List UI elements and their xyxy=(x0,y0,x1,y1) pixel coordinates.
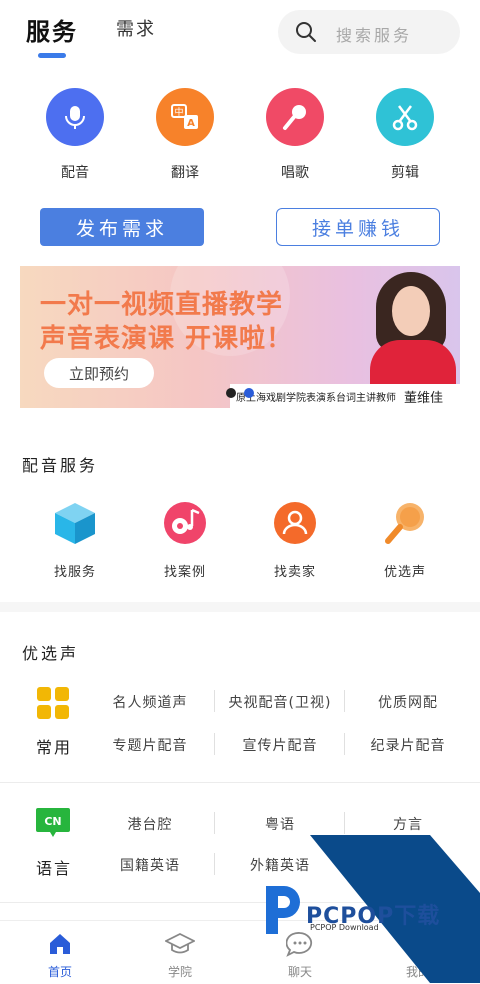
nav-home[interactable]: 首页 xyxy=(30,927,90,981)
graduation-cap-icon xyxy=(165,932,195,954)
publish-demand-button[interactable]: 发布需求 xyxy=(40,208,204,246)
banner-subheadline: 声音表演课 开课啦！ xyxy=(40,324,294,354)
voice-option[interactable]: 国籍英语 xyxy=(90,855,210,875)
group-label-language: 语言 xyxy=(36,859,73,878)
voice-option[interactable]: 专题片配音 xyxy=(90,735,210,755)
category-singing[interactable] xyxy=(266,88,324,146)
category-label: 配音 xyxy=(61,165,89,181)
search-icon xyxy=(296,22,316,42)
nav-academy[interactable]: 学院 xyxy=(150,927,210,981)
service-label: 优选声 xyxy=(383,565,426,580)
carousel-dot-active[interactable] xyxy=(244,388,254,398)
music-disc-icon xyxy=(164,502,206,544)
service-preferred-voice[interactable] xyxy=(382,500,428,550)
translate-icon: 中 A xyxy=(156,88,214,146)
cube-icon xyxy=(55,503,95,544)
scissors-icon xyxy=(376,88,434,146)
cn-badge-icon: CN xyxy=(36,808,70,837)
banner-caption: 原上海戏剧学院表演系台词主讲教师 董维佳 xyxy=(230,384,460,408)
service-label: 找卖家 xyxy=(273,565,316,580)
svg-text:A: A xyxy=(187,118,195,129)
nav-label: 首页 xyxy=(47,965,72,979)
teacher-title: 原上海戏剧学院表演系台词主讲教师 xyxy=(236,392,396,404)
group-label-common: 常用 xyxy=(36,738,73,757)
voice-option[interactable]: 港台腔 xyxy=(90,814,210,834)
section-title-dubbing-services: 配音服务 xyxy=(22,456,99,475)
cell-separator xyxy=(214,812,215,834)
category-label: 剪辑 xyxy=(391,165,419,181)
service-find-service[interactable] xyxy=(52,500,98,550)
banner-headline: 一对一视频直播教学 xyxy=(40,290,284,320)
group-divider xyxy=(0,782,480,783)
voice-option[interactable]: 优质网配 xyxy=(348,692,468,712)
book-now-button[interactable]: 立即预约 xyxy=(44,358,154,388)
karaoke-mic-icon xyxy=(266,88,324,146)
active-tab-indicator xyxy=(38,53,66,58)
cell-separator xyxy=(344,733,345,755)
voice-option[interactable]: 纪录片配音 xyxy=(348,735,468,755)
accept-orders-button[interactable]: 接单赚钱 xyxy=(276,208,440,246)
tab-demand[interactable]: 需求 xyxy=(116,15,156,41)
grid-icon xyxy=(37,687,69,719)
tab-service[interactable]: 服务 xyxy=(26,12,78,47)
cell-separator xyxy=(344,812,345,834)
microphone-icon xyxy=(46,88,104,146)
voice-option[interactable]: 名人频道声 xyxy=(90,692,210,712)
service-label: 找服务 xyxy=(53,565,96,580)
search-placeholder: 搜索服务 xyxy=(336,26,413,45)
karaoke-mic-icon xyxy=(385,503,424,544)
category-dubbing[interactable] xyxy=(46,88,104,146)
service-find-cases[interactable] xyxy=(162,500,208,550)
home-icon xyxy=(50,934,70,954)
cell-separator xyxy=(214,690,215,712)
svg-text:CN: CN xyxy=(44,815,61,828)
voice-option[interactable]: 央视配音(卫视) xyxy=(220,692,340,712)
voice-option[interactable]: 粤语 xyxy=(220,814,340,834)
section-divider xyxy=(0,602,480,612)
svg-text:中: 中 xyxy=(174,106,183,118)
category-label: 翻译 xyxy=(171,165,199,181)
cell-separator xyxy=(214,733,215,755)
teacher-portrait xyxy=(366,266,460,390)
category-translate[interactable]: 中 A xyxy=(156,88,214,146)
nav-label: 学院 xyxy=(167,965,192,979)
voice-option[interactable]: 方言 xyxy=(348,814,468,834)
watermark-logo-icon xyxy=(258,882,304,938)
category-editing[interactable] xyxy=(376,88,434,146)
cell-separator xyxy=(214,853,215,875)
category-label: 唱歌 xyxy=(281,165,309,181)
service-find-seller[interactable] xyxy=(272,500,318,550)
watermark-subtitle: PCPOP Download xyxy=(310,923,379,932)
section-title-preferred-voice: 优选声 xyxy=(22,644,80,663)
user-icon xyxy=(274,502,316,544)
teacher-name: 董维佳 xyxy=(404,390,444,406)
promo-banner[interactable]: 一对一视频直播教学 声音表演课 开课啦！ 立即预约 原上海戏剧学院表演系台词主讲… xyxy=(20,266,460,408)
carousel-dot[interactable] xyxy=(226,388,236,398)
cell-separator xyxy=(344,690,345,712)
voice-option[interactable]: 宣传片配音 xyxy=(220,735,340,755)
service-label: 找案例 xyxy=(163,565,206,580)
